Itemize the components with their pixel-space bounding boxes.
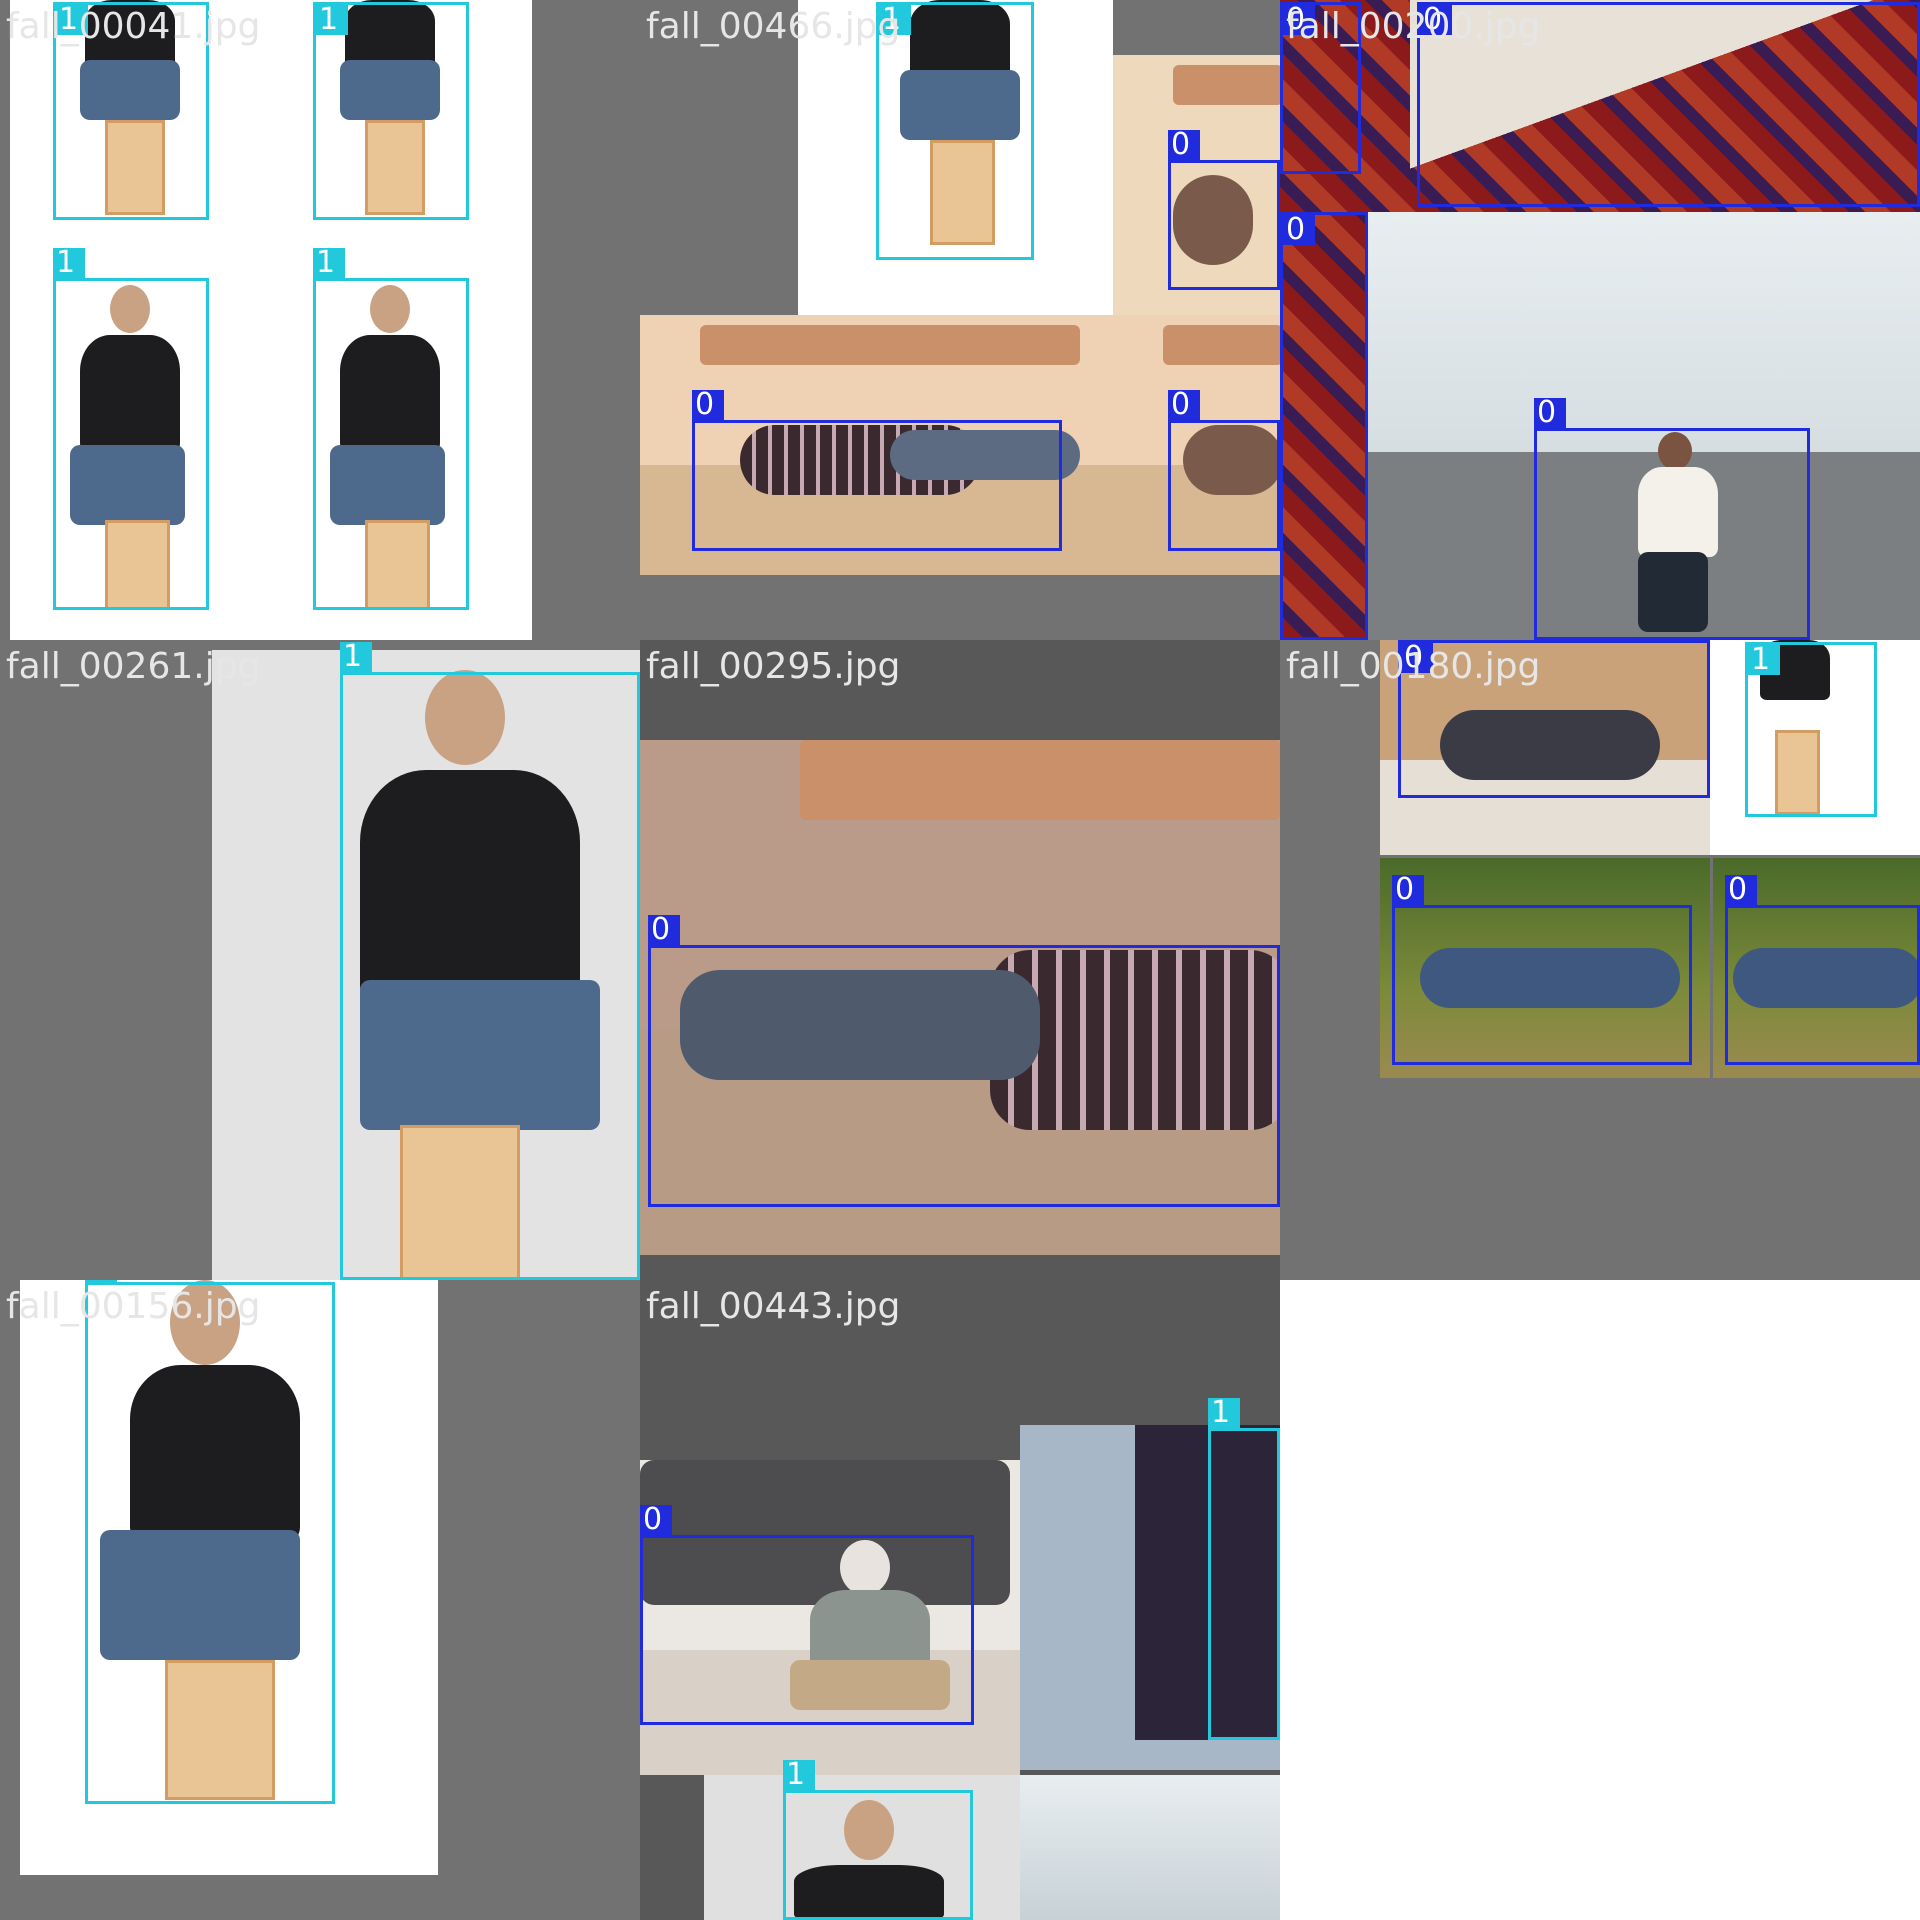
mosaic-tile-7: 1 fall_00156.jpg	[0, 1280, 640, 1920]
class-label: 0	[1168, 390, 1200, 420]
class-label: 1	[783, 1760, 815, 1790]
detection-box-class-1: 1	[85, 1280, 335, 1804]
class-label: 1	[1208, 1398, 1240, 1428]
detection-box-class-1: 1	[53, 248, 209, 610]
class-label: 0	[1725, 875, 1757, 905]
tile-filename: fall_00041.jpg	[6, 6, 261, 47]
detection-box-class-0: 0	[640, 1505, 974, 1725]
detection-box-class-0: 0	[648, 915, 1280, 1207]
tile-filename: fall_00200.jpg	[1286, 6, 1541, 47]
detection-box-class-1: 1	[1745, 642, 1877, 817]
detection-box-class-0: 0	[1725, 875, 1920, 1065]
detection-box-class-0: 0	[1168, 390, 1280, 551]
detection-box-class-1: 1	[313, 248, 469, 610]
detection-box-class-1: 1	[783, 1760, 973, 1920]
office-lobby-photo	[1020, 1775, 1280, 1920]
tile-filename: fall_00295.jpg	[646, 646, 901, 687]
detection-box-class-1: 1	[340, 642, 640, 1280]
mosaic-tile-2: 1 0 0 0 fall_00466.jpg	[640, 0, 1280, 640]
detection-box-class-1: 1	[313, 2, 469, 220]
detection-box-class-0: 0	[692, 390, 1062, 551]
mosaic-tile-1: 1 1 1 1 fall_00041.jpg	[0, 0, 640, 640]
class-label: 0	[1392, 875, 1424, 905]
class-label: 1	[316, 5, 348, 35]
class-label: 1	[313, 248, 345, 278]
class-label: 0	[1168, 130, 1200, 160]
detection-box-class-0: 0	[1280, 212, 1368, 640]
tile-filename: fall_00180.jpg	[1286, 646, 1541, 687]
detection-box-class-1: 1	[1208, 1398, 1280, 1740]
detection-box-class-0: 0	[1392, 875, 1692, 1065]
class-label: 0	[640, 1505, 672, 1535]
mosaic-tile-3: 0 0 0 0 fall_00200.jpg	[1280, 0, 1920, 640]
mosaic-tile-8: 0 1 1 fall_00443.jpg	[640, 1280, 1280, 1920]
tile-filename: fall_00466.jpg	[646, 6, 901, 47]
class-label: 0	[1283, 215, 1315, 245]
tile-filename: fall_00261.jpg	[6, 646, 261, 687]
class-label: 1	[53, 248, 85, 278]
detection-box-class-0: 0	[1534, 398, 1810, 640]
class-label: 0	[692, 390, 724, 420]
class-label: 0	[648, 915, 680, 945]
mosaic-tile-5: 0 fall_00295.jpg	[640, 640, 1280, 1280]
tile-filename: fall_00443.jpg	[646, 1286, 901, 1327]
class-label: 1	[85, 1280, 117, 1282]
mosaic-tile-4: 1 fall_00261.jpg	[0, 640, 640, 1280]
class-label: 1	[340, 642, 372, 672]
tile-filename: fall_00156.jpg	[6, 1286, 261, 1327]
class-label: 0	[1534, 398, 1566, 428]
class-label: 1	[1748, 645, 1780, 675]
detection-box-class-0: 0	[1168, 130, 1280, 290]
mosaic-tile-6: 0 1 0 0 fall_00180.jpg	[1280, 640, 1920, 1280]
